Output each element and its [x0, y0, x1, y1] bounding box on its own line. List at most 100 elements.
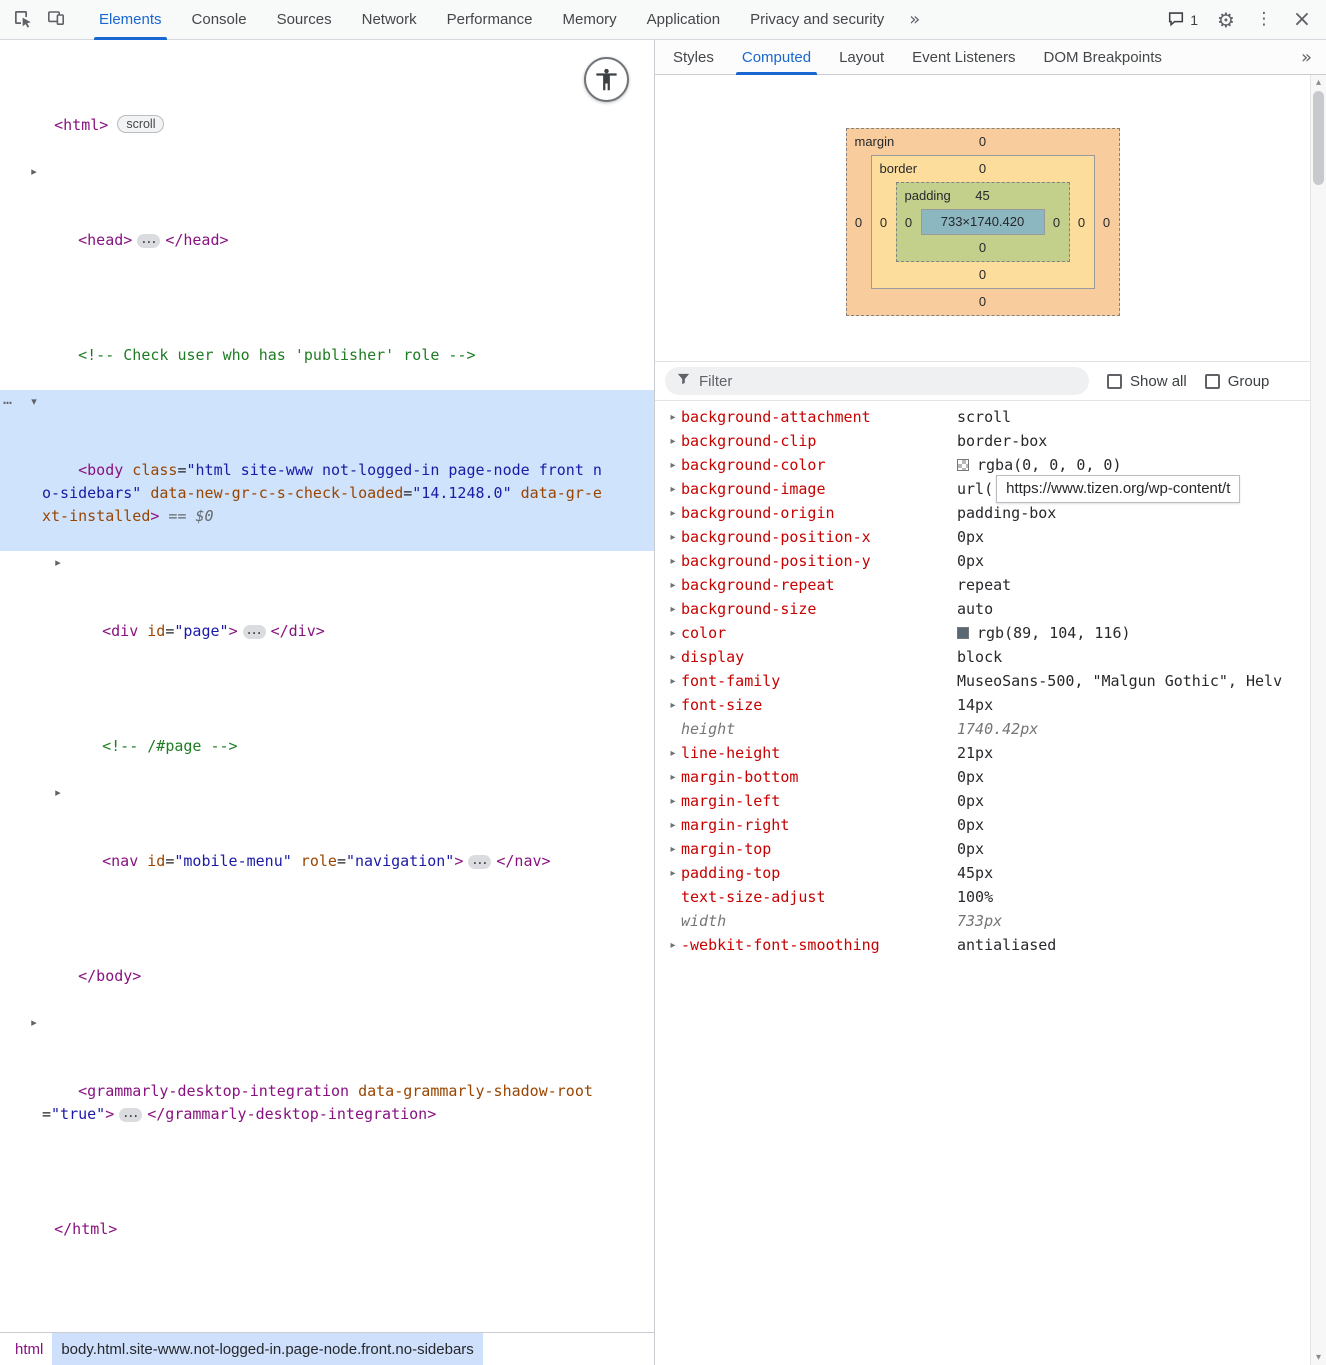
prop-background-size[interactable]: ▸ background-size auto: [655, 597, 1310, 621]
tab-computed[interactable]: Computed: [728, 40, 825, 74]
group-label[interactable]: Group: [1228, 373, 1270, 390]
disclosure-arrow[interactable]: ▸: [51, 781, 65, 804]
node-expand-dots[interactable]: …: [468, 855, 491, 869]
property-arrow-icon[interactable]: ▸: [665, 436, 681, 447]
box-model-border[interactable]: border 0 0 padding 45: [871, 155, 1095, 289]
prop-background-origin[interactable]: ▸ background-origin padding-box: [655, 501, 1310, 525]
disclosure-arrow[interactable]: ▸: [51, 551, 65, 574]
kebab-menu-icon[interactable]: ⋮: [1248, 4, 1280, 36]
property-arrow-icon[interactable]: ▸: [665, 652, 681, 663]
show-all-label[interactable]: Show all: [1130, 373, 1187, 390]
breadcrumb-item[interactable]: html: [6, 1333, 52, 1365]
group-checkbox[interactable]: Group: [1205, 373, 1270, 390]
tab-event-listeners[interactable]: Event Listeners: [898, 40, 1029, 74]
property-arrow-icon[interactable]: ▸: [665, 940, 681, 951]
property-arrow-icon[interactable]: ▸: [665, 460, 681, 471]
tree-line[interactable]: <html>scroll: [0, 45, 654, 160]
filter-field[interactable]: [665, 367, 1089, 395]
tree-line[interactable]: … ▾ <body class="html site-www not-logge…: [0, 390, 654, 551]
tree-line[interactable]: ▸ <nav id="mobile-menu" role="navigation…: [0, 781, 654, 896]
property-arrow-icon[interactable]: ▸: [665, 796, 681, 807]
prop-background-clip[interactable]: ▸ background-clip border-box: [655, 429, 1310, 453]
prop-background-color[interactable]: ▸ background-color rgba(0, 0, 0, 0): [655, 453, 1310, 477]
device-toolbar-button[interactable]: [40, 4, 72, 36]
prop-height[interactable]: ▸ height 1740.42px: [655, 717, 1310, 741]
padding-left-value[interactable]: 0: [897, 215, 921, 230]
border-bottom-value[interactable]: 0: [872, 262, 1094, 288]
color-swatch[interactable]: [957, 459, 969, 471]
accessibility-person-icon[interactable]: [584, 57, 629, 102]
filter-input[interactable]: [699, 373, 1078, 390]
tab-console[interactable]: Console: [177, 0, 262, 39]
border-right-value[interactable]: 0: [1070, 215, 1094, 230]
prop-margin-left[interactable]: ▸ margin-left 0px: [655, 789, 1310, 813]
tab-network[interactable]: Network: [347, 0, 432, 39]
more-tabs-button[interactable]: »: [899, 0, 930, 39]
tree-line[interactable]: <!-- /#page -->: [0, 666, 654, 781]
prop-font-family[interactable]: ▸ font-family MuseoSans-500, "Malgun Got…: [655, 669, 1310, 693]
node-expand-dots[interactable]: …: [243, 625, 266, 639]
tab-sources[interactable]: Sources: [262, 0, 347, 39]
box-model-padding[interactable]: padding 45 0 733×1740.420 0 0: [896, 182, 1070, 262]
show-all-checkbox-box[interactable]: [1107, 374, 1122, 389]
color-swatch[interactable]: [957, 627, 969, 639]
prop-margin-right[interactable]: ▸ margin-right 0px: [655, 813, 1310, 837]
box-model-margin[interactable]: margin 0 0 border 0 0: [846, 128, 1120, 316]
disclosure-arrow[interactable]: ▾: [27, 390, 41, 413]
property-arrow-icon[interactable]: ▸: [665, 556, 681, 567]
scrollbar-thumb[interactable]: [1313, 91, 1324, 185]
scroll-down-arrow-icon[interactable]: ▾: [1311, 1350, 1326, 1365]
border-top-value[interactable]: 0: [979, 161, 986, 176]
more-gutter[interactable]: …: [3, 388, 13, 411]
node-expand-dots[interactable]: …: [119, 1108, 142, 1122]
disclosure-arrow[interactable]: ▸: [27, 1011, 41, 1034]
tree-line[interactable]: <!-- Check user who has 'publisher' role…: [0, 275, 654, 390]
padding-bottom-value[interactable]: 0: [897, 235, 1069, 261]
property-arrow-icon[interactable]: ▸: [665, 532, 681, 543]
tab-layout[interactable]: Layout: [825, 40, 898, 74]
prop--webkit-font-smoothing[interactable]: ▸ -webkit-font-smoothing antialiased: [655, 933, 1310, 957]
tree-line[interactable]: ▸ <grammarly-desktop-integration data-gr…: [0, 1011, 654, 1149]
settings-gear-icon[interactable]: ⚙: [1210, 4, 1242, 36]
border-left-value[interactable]: 0: [872, 215, 896, 230]
property-arrow-icon[interactable]: ▸: [665, 580, 681, 591]
prop-margin-bottom[interactable]: ▸ margin-bottom 0px: [655, 765, 1310, 789]
property-arrow-icon[interactable]: ▸: [665, 508, 681, 519]
property-arrow-icon[interactable]: ▸: [665, 772, 681, 783]
margin-top-value[interactable]: 0: [979, 134, 986, 149]
tree-line[interactable]: ▸ <div id="page">…</div>: [0, 551, 654, 666]
close-icon[interactable]: ×: [1286, 4, 1318, 36]
sidebar-more-tabs-button[interactable]: »: [1287, 40, 1326, 74]
margin-right-value[interactable]: 0: [1095, 215, 1119, 230]
issues-button[interactable]: 1: [1161, 9, 1204, 30]
padding-right-value[interactable]: 0: [1045, 215, 1069, 230]
margin-left-value[interactable]: 0: [847, 215, 871, 230]
property-arrow-icon[interactable]: ▸: [665, 820, 681, 831]
box-model-content[interactable]: 733×1740.420: [921, 209, 1045, 235]
property-arrow-icon[interactable]: ▸: [665, 748, 681, 759]
property-arrow-icon[interactable]: ▸: [665, 484, 681, 495]
group-checkbox-box[interactable]: [1205, 374, 1220, 389]
tree-line[interactable]: ▸ <head>…</head>: [0, 160, 654, 275]
property-arrow-icon[interactable]: ▸: [665, 628, 681, 639]
prop-background-image[interactable]: ▸ background-image url(https://www.tizen…: [655, 477, 1310, 501]
prop-margin-top[interactable]: ▸ margin-top 0px: [655, 837, 1310, 861]
tab-styles[interactable]: Styles: [659, 40, 728, 74]
tab-privacy-and-security[interactable]: Privacy and security: [735, 0, 899, 39]
tab-application[interactable]: Application: [632, 0, 735, 39]
scroll-up-arrow-icon[interactable]: ▴: [1311, 75, 1326, 90]
prop-color[interactable]: ▸ color rgb(89, 104, 116): [655, 621, 1310, 645]
tab-memory[interactable]: Memory: [548, 0, 632, 39]
prop-display[interactable]: ▸ display block: [655, 645, 1310, 669]
prop-background-position-x[interactable]: ▸ background-position-x 0px: [655, 525, 1310, 549]
prop-background-repeat[interactable]: ▸ background-repeat repeat: [655, 573, 1310, 597]
property-arrow-icon[interactable]: ▸: [665, 604, 681, 615]
padding-top-value[interactable]: 45: [975, 188, 989, 203]
property-arrow-icon[interactable]: ▸: [665, 868, 681, 879]
prop-text-size-adjust[interactable]: ▸ text-size-adjust 100%: [655, 885, 1310, 909]
scroll-badge[interactable]: scroll: [117, 115, 164, 133]
background-image-url-link[interactable]: https://www.tizen.org/wp-content/t: [996, 475, 1240, 503]
property-arrow-icon[interactable]: ▸: [665, 412, 681, 423]
property-arrow-icon[interactable]: ▸: [665, 700, 681, 711]
prop-background-attachment[interactable]: ▸ background-attachment scroll: [655, 405, 1310, 429]
